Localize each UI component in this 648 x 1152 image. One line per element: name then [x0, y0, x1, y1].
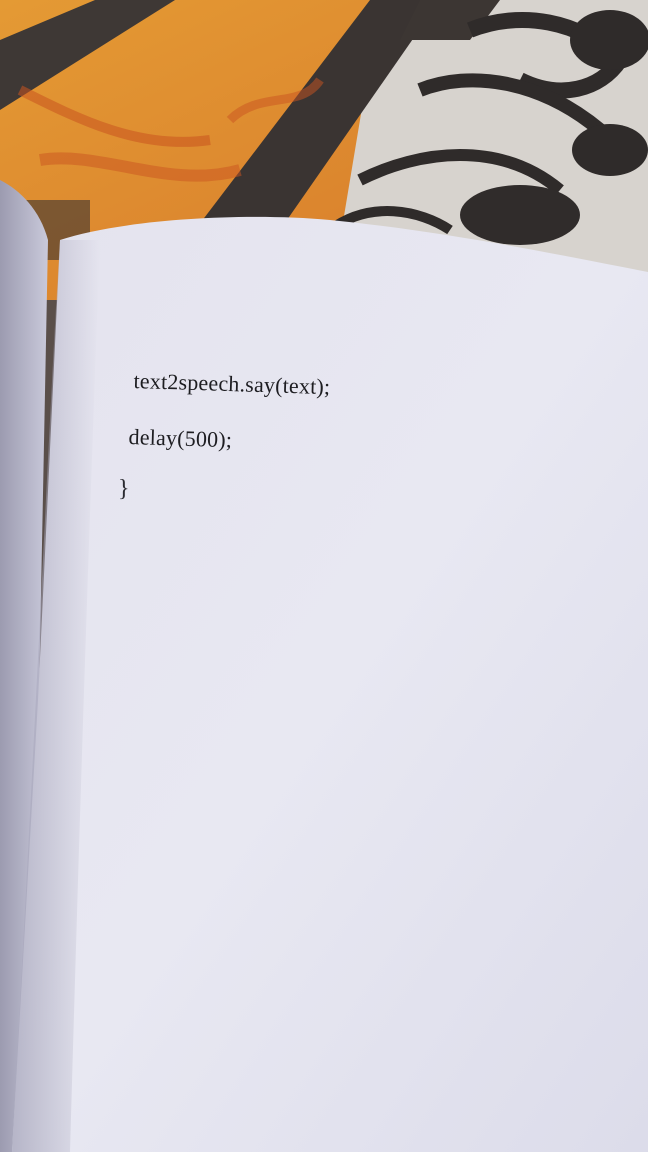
bleed-through-text: [249, 450, 255, 475]
book-page: [0, 0, 648, 1152]
code-closing-brace: }: [118, 476, 130, 502]
photo-scene: text2speech.say(text); delay(500); }: [0, 0, 648, 1152]
code-line-delay: delay(500);: [128, 424, 233, 453]
